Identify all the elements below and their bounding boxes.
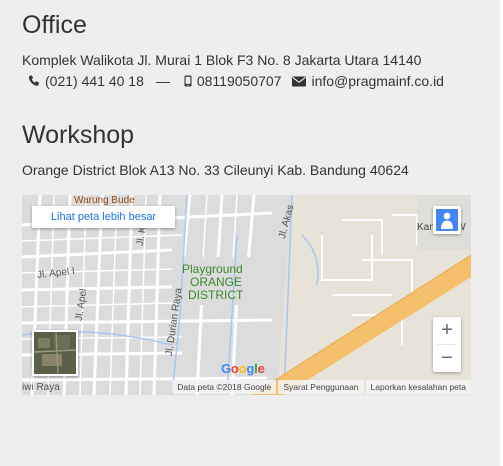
office-heading: Office: [22, 11, 87, 39]
embedded-map[interactable]: Warung Bude Playground ORANGE DISTRICT J…: [22, 195, 471, 395]
map-data-attribution: Data peta ©2018 Google: [172, 380, 277, 394]
satellite-thumbnail-icon: [34, 332, 76, 374]
google-logo: Google: [221, 361, 265, 376]
pegman-icon: [436, 209, 458, 231]
map-label-warung: Warung Bude: [74, 195, 135, 206]
terms-link[interactable]: Syarat Penggunaan: [278, 380, 364, 394]
workshop-address: Orange District Blok A13 No. 33 Cileunyi…: [22, 162, 409, 178]
map-label-playground: Playground: [182, 262, 243, 276]
mobile-phone-icon: [184, 75, 192, 87]
workshop-heading: Workshop: [22, 121, 135, 149]
zoom-out-button[interactable]: −: [433, 345, 461, 372]
zoom-in-button[interactable]: +: [433, 317, 461, 344]
map-label-orange: ORANGE: [190, 275, 243, 289]
office-phone: (021) 441 40 18: [45, 73, 144, 89]
satellite-toggle[interactable]: [32, 330, 78, 376]
office-address: Komplek Walikota Jl. Murai 1 Blok F3 No.…: [22, 52, 422, 68]
street-view-pegman[interactable]: [433, 206, 461, 234]
report-error-link[interactable]: Laporkan kesalahan peta: [365, 380, 471, 394]
envelope-icon: [292, 76, 307, 87]
view-larger-map-button[interactable]: Lihat peta lebih besar: [32, 206, 175, 228]
contact-separator: —: [155, 73, 170, 89]
office-mobile: 08119050707: [196, 73, 282, 89]
zoom-controls: + −: [433, 317, 461, 372]
office-email[interactable]: info@pragmainf.co.id: [311, 73, 444, 89]
map-attribution-bar: Data peta ©2018 Google Syarat Penggunaan…: [22, 379, 471, 395]
phone-icon: [28, 75, 40, 87]
office-contact-row: (021) 441 40 18 — 08119050707 info@pragm…: [28, 73, 444, 89]
map-label-district: DISTRICT: [188, 288, 244, 302]
